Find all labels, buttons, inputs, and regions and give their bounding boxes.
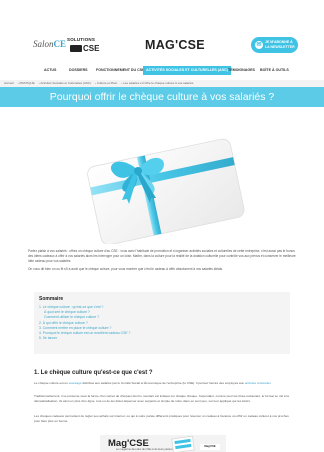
nav-item-actus[interactable]: ACTUS: [44, 66, 56, 75]
breadcrumb: Accueil › PRATIQUE › Activités Sociales et…: [0, 80, 324, 87]
page-title: Pourquoi offrir le chèque culture à vos …: [0, 87, 324, 107]
section-paragraph: Le chèque culture est un avantage distri…: [34, 381, 290, 386]
solutions-cse-logo-bottom[interactable]: CSE: [83, 44, 99, 53]
avantage-link[interactable]: avantage: [69, 381, 82, 385]
gift-card-image: [87, 138, 245, 244]
newsletter-button[interactable]: ✉ JE M'ABONNE À LA NEWSLETTER: [251, 37, 298, 53]
logo-script-text: Salon: [33, 39, 54, 49]
ad-subtitle: Le magazine des élus de CSE et de leurs …: [116, 448, 178, 451]
nav-item-boite-a-outils[interactable]: BOÎTE À OUTILS: [260, 66, 289, 75]
nav-item-temoignages[interactable]: TÉMOIGNAGES: [228, 66, 255, 75]
intro-paragraph: Parlez plaisir à vos salariés : offrez u…: [28, 249, 296, 263]
breadcrumb-item[interactable]: Accueil: [4, 81, 14, 85]
logo-script-ce: CE: [53, 39, 67, 49]
nav-item-asc[interactable]: ACTIVITÉS SOCIALES ET CULTURELLES (ASC): [143, 66, 231, 75]
intro-text: Parlez plaisir à vos salariés : offrez u…: [28, 249, 296, 275]
main-nav: ACTUS DOSSIERS FONCTIONNEMENT DU CSE ACT…: [0, 66, 324, 76]
site-title[interactable]: MAG'CSE: [145, 38, 205, 52]
solutions-cse-logo-top[interactable]: SOLUTIONS: [67, 37, 95, 42]
section-paragraph: Les chèques cadeaux permettent de régler…: [34, 414, 289, 423]
site-header: SalonCE SOLUTIONS CSE MAG'CSE ✉ JE M'ABO…: [0, 0, 324, 62]
nav-item-dossiers[interactable]: DOSSIERS: [69, 66, 88, 75]
solutions-cse-logo-mark: [70, 45, 82, 52]
ad-badge: Mag'CSE: [200, 444, 220, 450]
breadcrumb-item[interactable]: Activités Sociales et Culturelles (ASC): [40, 81, 91, 85]
newsletter-label: JE M'ABONNE À LA NEWSLETTER: [265, 40, 295, 49]
nav-item-fonctionnement[interactable]: FONCTIONNEMENT DU CSE: [96, 66, 145, 75]
breadcrumb-current: Les salariés et l'offre le chèque cultur…: [123, 81, 194, 85]
toc-link[interactable]: 5. Se lancer: [39, 336, 285, 341]
breadcrumb-item[interactable]: PRATIQUE: [20, 81, 35, 85]
section-paragraph: Traditionnellement, il se présente sous …: [34, 394, 289, 403]
salon-ce-logo[interactable]: SalonCE: [33, 39, 66, 49]
breadcrumb-item[interactable]: Culture et Plein: [97, 81, 118, 85]
magazine-cover-icon: [171, 435, 195, 452]
intro-paragraph: On vous dit bien on ou fit s'il à avoit …: [28, 267, 223, 271]
section-text: distribué aux salariés par le Comité Soc…: [81, 381, 245, 385]
table-of-contents: Sommaire 1. Le chèque culture : qu'est-c…: [34, 292, 290, 354]
toc-title: Sommaire: [39, 296, 64, 302]
magcse-ad-banner[interactable]: Mag'CSE Le magazine des élus de CSE et d…: [100, 435, 226, 452]
activites-culturelles-link[interactable]: activités culturelles: [245, 381, 271, 385]
mail-icon: ✉: [255, 41, 263, 49]
section-text: Le chèque culture est un: [34, 381, 69, 385]
section-heading: 1. Le chèque culture qu'est-ce que c'est…: [34, 370, 153, 376]
